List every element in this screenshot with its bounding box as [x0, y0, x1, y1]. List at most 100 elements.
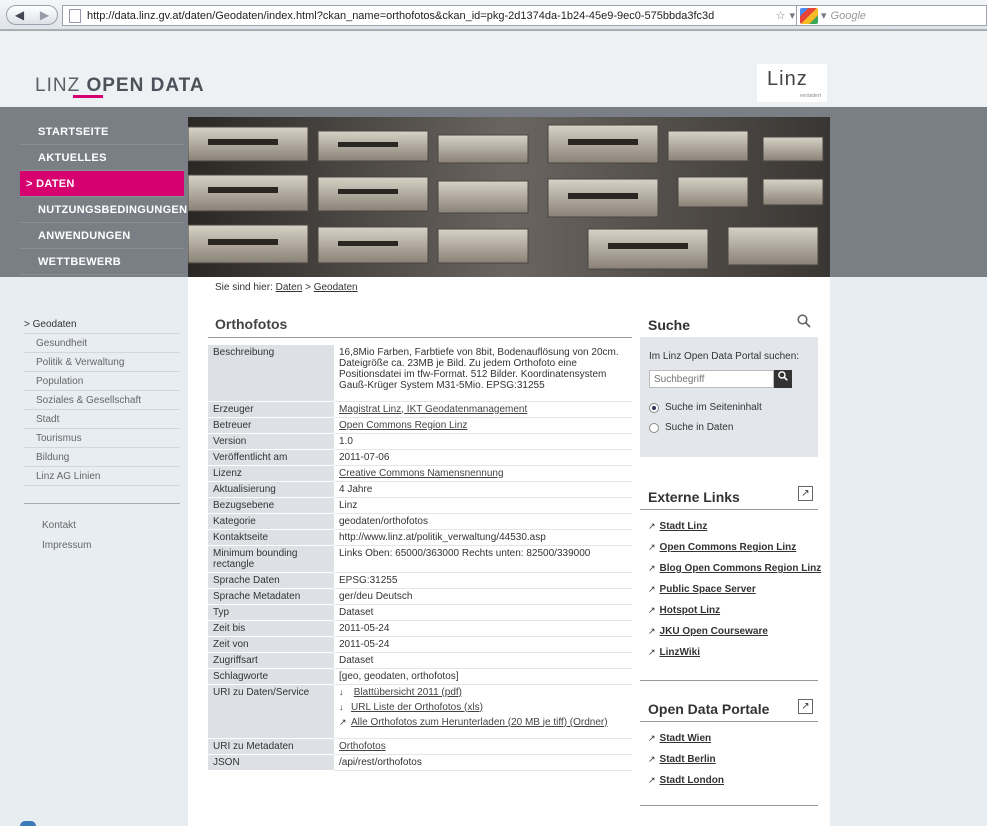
links-bottom-divider	[640, 680, 818, 681]
nav-item-anwendungen[interactable]: ANWENDUNGEN	[20, 223, 184, 249]
impressum-link[interactable]: Impressum	[24, 536, 180, 556]
external-link[interactable]: Stadt Linz	[660, 521, 708, 532]
title-divider	[208, 337, 632, 338]
external-link[interactable]: Hotspot Linz	[660, 605, 721, 616]
page-icon	[69, 8, 81, 23]
row-key: Kategorie	[208, 513, 334, 530]
external-link[interactable]: JKU Open Courseware	[660, 626, 768, 637]
row-key: Kontaktseite	[208, 529, 334, 546]
lizenz-link[interactable]: Creative Commons Namensnennung	[339, 468, 504, 479]
address-bar[interactable]: http://data.linz.gv.at/daten/Geodaten/in…	[62, 5, 812, 26]
sub-nav-item[interactable]: Soziales & Gesellschaft	[24, 391, 180, 410]
forward-button[interactable]: ▶	[32, 6, 57, 24]
uri-link-row: ↓ URL Liste der Orthofotos (xls)	[339, 702, 627, 713]
row-key: Schlagworte	[208, 668, 334, 685]
nav-item-nutzungsbedingungen[interactable]: NUTZUNGSBEDINGUNGEN	[20, 197, 187, 223]
row-value: Orthofotos	[334, 738, 632, 755]
sub-nav-geodaten[interactable]: > Geodaten	[24, 315, 180, 334]
erzeuger-link[interactable]: Magistrat Linz, IKT Geodatenmanagement	[339, 404, 527, 415]
radio-button[interactable]	[649, 402, 659, 413]
external-link-icon[interactable]: ↗	[798, 699, 813, 714]
external-link[interactable]: LinzWiki	[660, 647, 700, 658]
external-link-icon: ↗	[648, 542, 656, 552]
chevron-down-icon[interactable]: ▾	[790, 9, 796, 22]
row-key: Zeit bis	[208, 620, 334, 637]
table-row: Zeit von 2011-05-24	[208, 636, 632, 653]
sub-nav: > Geodaten Gesundheit Politik & Verwaltu…	[24, 315, 180, 556]
site-logo[interactable]: LINZ OPEN DATA	[35, 75, 205, 97]
breadcrumb-link-geodaten[interactable]: Geodaten	[314, 282, 358, 293]
list-item: ↗ Stadt Linz	[648, 521, 823, 542]
list-item: ↗ Hotspot Linz	[648, 605, 823, 626]
row-value: EPSG:31255	[334, 572, 632, 589]
external-link-icon: ↗	[648, 605, 656, 615]
row-value: ↓ Blattübersicht 2011 (pdf) ↓ URL Liste d…	[334, 684, 632, 739]
linz-logo-text: Linz	[767, 68, 808, 90]
external-link[interactable]: Blog Open Commons Region Linz	[660, 563, 822, 574]
external-link[interactable]: Open Commons Region Linz	[660, 542, 797, 553]
sub-nav-item[interactable]: Tourismus	[24, 429, 180, 448]
external-link[interactable]: Public Space Server	[660, 584, 756, 595]
main-nav: STARTSEITE AKTUELLES > DATEN NUTZUNGSBED…	[20, 119, 187, 275]
portals-list: ↗ Stadt Wien ↗ Stadt Berlin ↗ Stadt London	[648, 733, 823, 796]
row-value: 1.0	[334, 433, 632, 450]
chevron-down-icon[interactable]: ▾	[821, 9, 827, 22]
row-value: Magistrat Linz, IKT Geodatenmanagement	[334, 401, 632, 418]
kontakt-link[interactable]: Kontakt	[24, 516, 180, 536]
external-link-icon: ↗	[648, 626, 656, 636]
breadcrumb: Sie sind hier: Daten > Geodaten	[215, 282, 358, 293]
google-icon[interactable]	[800, 7, 818, 24]
search-input[interactable]	[649, 370, 774, 388]
metadata-link[interactable]: Orthofotos	[339, 741, 386, 752]
arrow-right-icon: ▶	[39, 8, 50, 22]
list-item: ↗ LinzWiki	[648, 647, 823, 668]
sub-nav-item[interactable]: Politik & Verwaltung	[24, 353, 180, 372]
breadcrumb-link-daten[interactable]: Daten	[276, 282, 303, 293]
portal-link[interactable]: Stadt Berlin	[660, 754, 716, 765]
table-row: Sprache Metadaten ger/deu Deutsch	[208, 588, 632, 605]
nav-item-startseite[interactable]: STARTSEITE	[20, 119, 184, 145]
nav-item-aktuelles[interactable]: AKTUELLES	[20, 145, 184, 171]
row-key: Version	[208, 433, 334, 450]
breadcrumb-separator: >	[305, 282, 311, 293]
page-title: Orthofotos	[215, 316, 288, 332]
sub-nav-item[interactable]: Population	[24, 372, 180, 391]
star-icon[interactable]: ☆	[776, 9, 786, 22]
uri-link-url-liste[interactable]: URL Liste der Orthofotos (xls)	[351, 702, 483, 713]
external-link-icon: ↗	[648, 563, 656, 573]
nav-item-wettbewerb[interactable]: WETTBEWERB	[20, 249, 184, 275]
url-text[interactable]: http://data.linz.gv.at/daten/Geodaten/in…	[87, 10, 776, 22]
table-row: Zugriffsart Dataset	[208, 652, 632, 669]
nav-item-daten-label: DATEN	[36, 178, 75, 190]
sub-nav-item[interactable]: Linz AG Linien	[24, 467, 180, 486]
table-row: Zeit bis 2011-05-24	[208, 620, 632, 637]
betreuer-link[interactable]: Open Commons Region Linz	[339, 420, 467, 431]
nav-item-daten[interactable]: > DATEN	[20, 171, 184, 197]
row-value: Dataset	[334, 652, 632, 669]
search-submit-button[interactable]	[774, 370, 792, 388]
portals-divider	[640, 721, 818, 722]
table-row: URI zu Daten/Service ↓ Blattübersicht 20…	[208, 684, 632, 739]
sub-nav-item[interactable]: Bildung	[24, 448, 180, 467]
row-key: Sprache Daten	[208, 572, 334, 589]
browser-search-box[interactable]: ▾ Google	[796, 5, 987, 26]
linz-logo-sub: verändert	[799, 93, 821, 99]
search-icon[interactable]	[797, 314, 811, 332]
external-link-icon: ↗	[648, 754, 656, 764]
row-value: ger/deu Deutsch	[334, 588, 632, 605]
linz-logo[interactable]: Linz verändert	[757, 64, 827, 102]
list-item: ↗ Open Commons Region Linz	[648, 542, 823, 563]
uri-link-blattuebersicht[interactable]: Blattübersicht 2011 (pdf)	[354, 687, 462, 698]
external-link-icon[interactable]: ↗	[798, 486, 813, 501]
uri-link-alle-orthofotos[interactable]: Alle Orthofotos zum Herunterladen (20 MB…	[351, 717, 608, 728]
metadata-table: Beschreibung 16,8Mio Farben, Farbtiefe vo…	[208, 345, 632, 771]
portal-link[interactable]: Stadt London	[660, 775, 724, 786]
radio-seiteninhalt[interactable]: Suche im Seiteninhalt	[649, 402, 762, 413]
back-button[interactable]: ◀	[7, 6, 32, 24]
sub-nav-item[interactable]: Gesundheit	[24, 334, 180, 353]
sub-nav-item[interactable]: Stadt	[24, 410, 180, 429]
portal-link[interactable]: Stadt Wien	[660, 733, 712, 744]
radio-daten[interactable]: Suche in Daten	[649, 422, 733, 433]
radio-button[interactable]	[649, 422, 659, 433]
row-value: Creative Commons Namensnennung	[334, 465, 632, 482]
